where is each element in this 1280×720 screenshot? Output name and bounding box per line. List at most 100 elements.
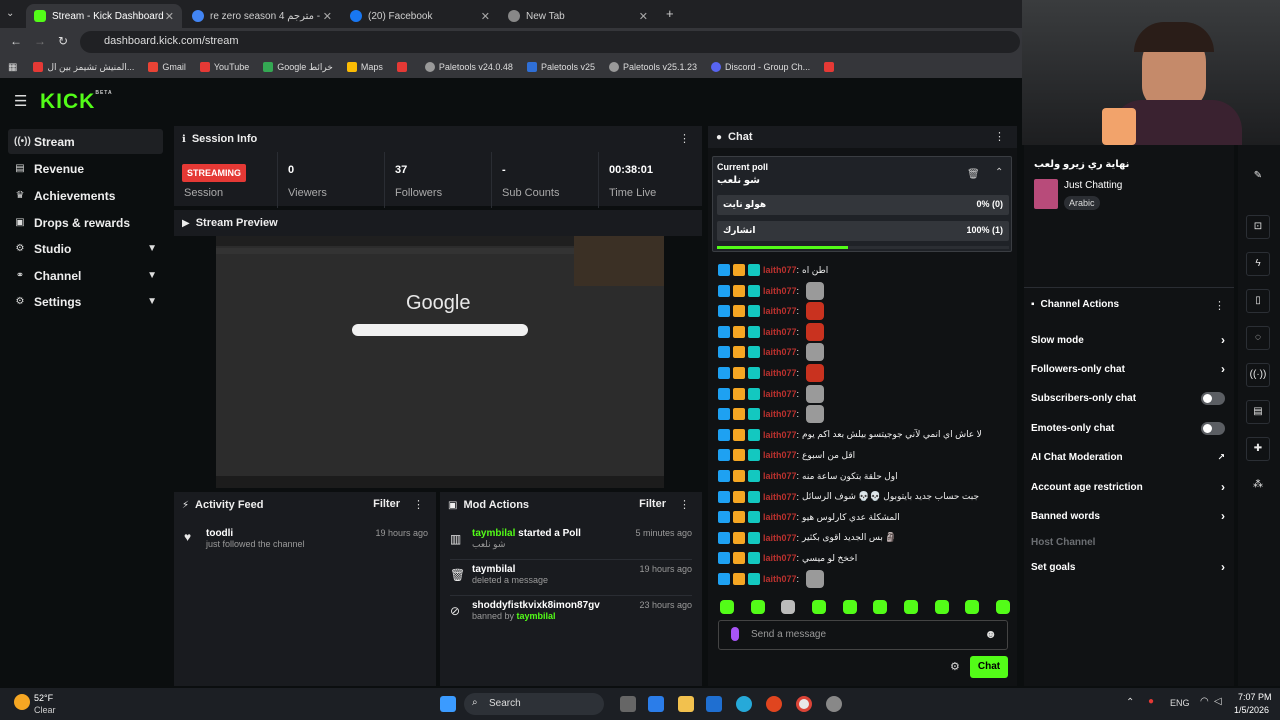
chat-username[interactable]: laith077 <box>763 327 797 337</box>
bookmark-gmail[interactable]: Gmail <box>148 62 186 72</box>
url-input[interactable]: dashboard.kick.com/stream <box>80 31 1020 53</box>
more-options-icon[interactable]: ⋮ <box>679 498 690 511</box>
chat-username[interactable]: laith077 <box>763 512 797 522</box>
category-thumbnail[interactable] <box>1034 179 1058 209</box>
taskbar-search[interactable]: ⌕ Search <box>464 693 604 715</box>
poll-option[interactable]: انشارك 100% (1) <box>717 221 1009 241</box>
delete-poll-icon[interactable]: 🗑 <box>967 169 980 180</box>
close-tab-icon[interactable]: ✕ <box>323 10 332 23</box>
quick-emote-icon[interactable] <box>842 600 857 614</box>
chat-message[interactable]: laith077: <box>718 569 825 589</box>
clock-date[interactable]: 1/5/2026 <box>1234 705 1269 715</box>
chat-username[interactable]: laith077 <box>763 368 797 378</box>
mod-user[interactable]: taymbilal <box>472 528 515 539</box>
chrome-icon[interactable] <box>796 696 812 712</box>
poll-option[interactable]: هولو نايت 0% (0) <box>717 195 1009 215</box>
file-explorer-icon[interactable] <box>678 696 694 712</box>
share-icon[interactable]: ⁂ <box>1246 474 1270 498</box>
hamburger-menu-icon[interactable]: ☰ <box>14 92 27 110</box>
sidebar-item-channel[interactable]: ⚭ Channel ▼ <box>8 263 163 288</box>
chat-message[interactable]: laith077: اخخخ لو ميسي <box>718 548 857 568</box>
emotes-only-toggle[interactable] <box>1201 421 1225 435</box>
mod-user[interactable]: taymbilal <box>517 611 556 621</box>
lightning-icon[interactable]: ϟ <box>1246 252 1270 276</box>
sidebar-item-drops[interactable]: ▣ Drops & rewards <box>8 210 163 235</box>
quick-emote-icon[interactable] <box>720 600 734 614</box>
chat-username[interactable]: laith077 <box>763 471 797 481</box>
broadcast-icon[interactable]: ((·)) <box>1246 363 1270 387</box>
bookmark-google-maps[interactable]: Google خرائط <box>263 62 333 73</box>
chat-username[interactable]: laith077 <box>763 389 797 399</box>
wifi-icon[interactable]: ◠ <box>1200 696 1209 707</box>
chat-composer[interactable]: Send a message ☻ <box>718 620 1008 650</box>
stream-category[interactable]: Just Chatting <box>1064 180 1122 191</box>
chat-username[interactable]: laith077 <box>763 347 797 357</box>
stream-preview-video[interactable]: Google <box>216 236 664 488</box>
chat-message[interactable]: laith077: اطن اه <box>718 260 828 280</box>
back-icon[interactable]: ← <box>10 34 22 48</box>
language-indicator[interactable]: ENG <box>1170 698 1190 708</box>
bookmark-youtube-2[interactable] <box>396 62 411 72</box>
more-options-icon[interactable]: ⋮ <box>994 130 1005 143</box>
edge-icon[interactable] <box>736 696 752 712</box>
followers-only-row[interactable]: Followers-only chat › <box>1031 358 1231 380</box>
chat-message[interactable]: laith077: <box>718 363 825 383</box>
quick-emote-icon[interactable] <box>750 600 765 614</box>
account-age-row[interactable]: Account age restriction › <box>1031 476 1231 498</box>
mod-filter-button[interactable]: Filter <box>639 498 666 510</box>
document-icon[interactable]: ▯ <box>1246 289 1270 313</box>
sidebar-item-studio[interactable]: ⚙ Studio ▼ <box>8 236 163 261</box>
send-chat-button[interactable]: Chat <box>970 656 1008 678</box>
mic-icon[interactable] <box>731 627 739 641</box>
tray-chevron-icon[interactable]: ⌃ <box>1126 697 1134 708</box>
chat-icon[interactable]: ◌ <box>1246 326 1270 350</box>
sidebar-item-achievements[interactable]: ♛ Achievements <box>8 183 163 208</box>
clip-icon[interactable]: ⊡ <box>1246 215 1270 239</box>
chat-username[interactable]: laith077 <box>763 265 797 275</box>
tab-search-icon[interactable]: ⌄ <box>6 8 14 19</box>
chat-username[interactable]: laith077 <box>763 450 797 460</box>
chat-message[interactable]: laith077: <box>718 342 825 362</box>
bookmark-youtube-3[interactable] <box>824 62 838 72</box>
reload-icon[interactable]: ↻ <box>58 34 68 48</box>
collapse-poll-icon[interactable]: ⌃ <box>995 167 1003 178</box>
chat-username[interactable]: laith077 <box>763 553 797 563</box>
quick-emote-icon[interactable] <box>995 600 1010 614</box>
chat-username[interactable]: laith077 <box>763 574 797 584</box>
task-view-icon[interactable] <box>620 696 636 712</box>
browser-tab-google[interactable]: re zero season 4 مترجم - Google ✕ <box>184 4 340 28</box>
chat-message[interactable]: laith077: المشكلة عدي كارلوس هيو <box>718 507 900 527</box>
chat-message[interactable]: laith077: اول حلقة بتكون ساعة منه <box>718 466 898 486</box>
chat-username[interactable]: laith077 <box>763 492 797 502</box>
quick-emote-icon[interactable] <box>934 600 949 614</box>
settings-app-icon[interactable] <box>826 696 842 712</box>
quick-emote-icon[interactable] <box>811 600 826 614</box>
set-goals-row[interactable]: Set goals › <box>1031 556 1231 578</box>
quick-emote-icon[interactable] <box>965 600 980 614</box>
chat-message[interactable]: laith077: جبت حساب جديد بايتوبول 💀💀 شوف ا… <box>718 487 979 507</box>
chat-message[interactable]: laith077: <box>718 384 825 404</box>
layout-icon[interactable]: ▤ <box>1246 400 1270 424</box>
slow-mode-row[interactable]: Slow mode › <box>1031 329 1231 351</box>
clock-time[interactable]: 7:07 PM <box>1238 692 1272 702</box>
subscribers-only-toggle[interactable] <box>1201 391 1225 405</box>
edit-icon[interactable]: ✎ <box>1246 165 1270 189</box>
close-tab-icon[interactable]: ✕ <box>165 10 174 23</box>
more-options-icon[interactable]: ⋮ <box>1214 299 1225 312</box>
bookmark-discord[interactable]: Discord - Group Ch... <box>711 62 810 72</box>
activity-filter-button[interactable]: Filter <box>373 498 400 510</box>
chat-message[interactable]: laith077: لا عاش اي انمي لآني جوجيتسو بيل… <box>718 425 982 445</box>
chat-username[interactable]: laith077 <box>763 533 797 543</box>
ai-moderation-row[interactable]: AI Chat Moderation ↗ <box>1031 446 1231 468</box>
chat-input[interactable]: Send a message <box>751 629 826 640</box>
chat-username[interactable]: laith077 <box>763 430 797 440</box>
widgets-icon[interactable] <box>648 696 664 712</box>
chat-settings-icon[interactable]: ⚙ <box>950 660 960 673</box>
bookmark-paletools-3[interactable]: Paletools v25.1.23 <box>608 62 697 72</box>
chat-username[interactable]: laith077 <box>763 286 797 296</box>
windows-start-icon[interactable] <box>440 696 456 712</box>
mic-tray-icon[interactable]: ● <box>1148 696 1154 707</box>
close-tab-icon[interactable]: ✕ <box>639 10 648 23</box>
chat-message[interactable]: laith077: <box>718 281 825 301</box>
forward-icon[interactable]: → <box>34 34 46 48</box>
